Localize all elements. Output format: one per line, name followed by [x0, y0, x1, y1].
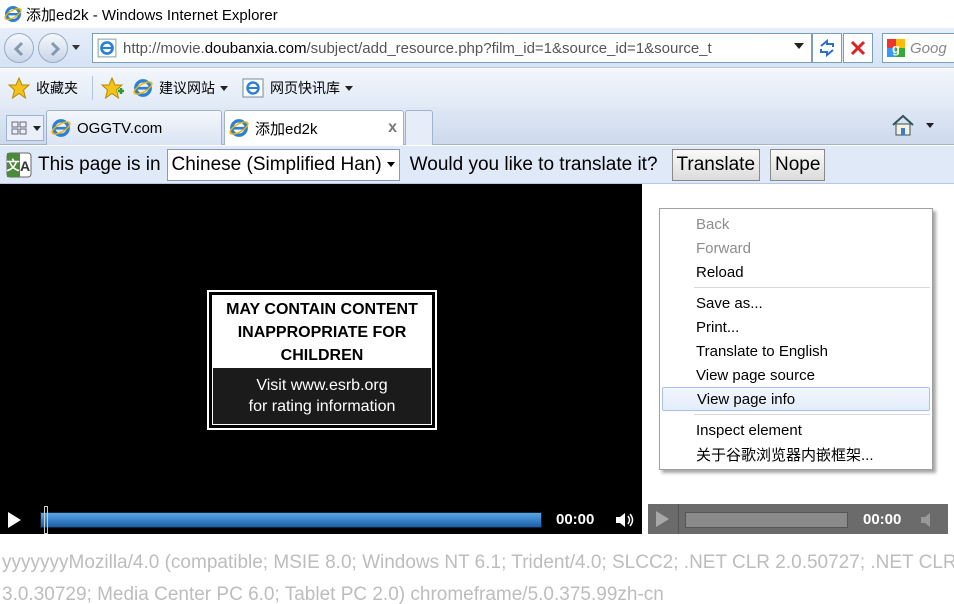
seek-bar[interactable]	[40, 512, 542, 528]
quick-tabs-icon	[11, 121, 27, 135]
star-icon	[8, 77, 30, 99]
web-slice-gallery-button[interactable]: 网页快讯库	[242, 78, 353, 98]
secondary-video-controls: 00:00	[648, 504, 948, 534]
address-dropdown-icon[interactable]	[794, 43, 804, 49]
volume-icon[interactable]	[615, 512, 635, 528]
video-player[interactable]: MAY CONTAIN CONTENT INAPPROPRIATE FOR CH…	[0, 184, 642, 506]
time-display: 00:00	[556, 511, 595, 528]
forward-button[interactable]	[38, 33, 68, 63]
forward-arrow-icon	[50, 41, 61, 57]
svg-text:g: g	[892, 41, 900, 56]
chevron-down-icon	[220, 85, 228, 91]
window-title: 添加ed2k - Windows Internet Explorer	[26, 6, 278, 24]
stop-icon	[850, 40, 866, 56]
tab-oggtv[interactable]: OGGTV.com	[46, 110, 222, 145]
refresh-icon	[820, 39, 834, 57]
chevron-down-icon	[345, 85, 353, 91]
menu-separator	[694, 414, 930, 415]
video-controls: 00:00	[0, 506, 642, 534]
chevron-down-icon	[386, 162, 395, 167]
new-tab-button[interactable]	[405, 110, 433, 145]
svg-text:A: A	[20, 158, 30, 174]
volume-icon[interactable]	[920, 512, 936, 528]
menu-item-reload[interactable]: Reload	[660, 260, 932, 284]
page-icon	[97, 38, 117, 58]
rating-info: Visit www.esrb.org for rating informatio…	[213, 368, 431, 424]
translate-question: Would you like to translate it?	[409, 153, 658, 175]
tab-bar: OGGTV.com 添加ed2k x	[0, 107, 954, 145]
menu-separator	[694, 287, 930, 288]
translate-message: This page is in	[38, 153, 161, 175]
ie-logo-icon	[4, 6, 22, 22]
translate-infobar: 文 A This page is in Chinese (Simplified …	[0, 146, 954, 184]
user-agent-text: yyyyyyyMozilla/4.0 (compatible; MSIE 8.0…	[2, 552, 954, 604]
title-bar: 添加ed2k - Windows Internet Explorer	[0, 0, 954, 28]
web-slice-icon	[242, 78, 264, 98]
home-dropdown-icon[interactable]	[926, 123, 934, 128]
recent-pages-dropdown[interactable]	[72, 45, 80, 50]
stop-button[interactable]	[843, 33, 873, 63]
menu-item-save-as[interactable]: Save as...	[660, 291, 932, 315]
seek-handle[interactable]	[44, 506, 48, 534]
menu-item-print[interactable]: Print...	[660, 315, 932, 339]
suggested-sites-button[interactable]: 建议网站	[133, 78, 228, 98]
ie-logo-icon	[133, 79, 153, 97]
menu-item-translate[interactable]: Translate to English	[660, 339, 932, 363]
language-select[interactable]: Chinese (Simplified Han)	[166, 148, 400, 181]
menu-item-inspect-element[interactable]: Inspect element	[660, 418, 932, 442]
menu-item-forward[interactable]: Forward	[660, 236, 932, 260]
add-to-favorites-button[interactable]	[101, 77, 125, 99]
control-divider	[678, 504, 679, 534]
browser-window: 添加ed2k - Windows Internet Explorer http:…	[0, 0, 954, 604]
back-button[interactable]	[4, 33, 34, 63]
quick-tabs-button[interactable]	[6, 115, 44, 141]
search-box[interactable]: g Goog	[882, 33, 954, 63]
refresh-button[interactable]	[812, 33, 842, 63]
menu-item-view-source[interactable]: View page source	[660, 363, 932, 387]
url-text[interactable]: http://movie.doubanxia.com/subject/add_r…	[123, 40, 712, 57]
svg-text:文: 文	[6, 158, 20, 173]
search-placeholder: Goog	[910, 39, 947, 57]
tab-add-ed2k[interactable]: 添加ed2k x	[224, 110, 404, 145]
home-icon[interactable]	[890, 113, 916, 137]
ie-logo-icon	[229, 119, 249, 137]
rating-warning: MAY CONTAIN CONTENT INAPPROPRIATE FOR CH…	[213, 296, 431, 368]
context-menu: Back Forward Reload Save as... Print... …	[659, 208, 933, 470]
ie-logo-icon	[51, 119, 71, 137]
esrb-rating-card: MAY CONTAIN CONTENT INAPPROPRIATE FOR CH…	[207, 290, 437, 430]
time-display: 00:00	[863, 511, 902, 528]
back-arrow-icon	[13, 41, 24, 57]
menu-item-view-page-info[interactable]: View page info	[662, 387, 930, 411]
menu-item-about-chrome-frame[interactable]: 关于谷歌浏览器内嵌框架...	[660, 442, 932, 466]
close-tab-button[interactable]: x	[388, 119, 397, 137]
translate-icon: 文 A	[6, 152, 32, 177]
address-bar[interactable]: http://movie.doubanxia.com/subject/add_r…	[92, 33, 812, 63]
translate-button[interactable]: Translate	[671, 148, 761, 181]
favorites-bar: 收藏夹 建议网站 网页快讯库	[0, 69, 954, 107]
menu-item-back[interactable]: Back	[660, 212, 932, 236]
favorites-button[interactable]: 收藏夹	[8, 77, 78, 99]
navigation-bar: http://movie.doubanxia.com/subject/add_r…	[0, 28, 954, 68]
google-icon: g	[887, 39, 905, 57]
play-icon[interactable]	[8, 512, 21, 528]
tab-list-dropdown-icon[interactable]	[33, 125, 41, 131]
seek-bar[interactable]	[685, 512, 848, 528]
play-icon[interactable]	[656, 511, 669, 527]
add-favorite-icon	[101, 77, 124, 99]
favorites-separator	[92, 76, 93, 100]
nope-button[interactable]: Nope	[770, 148, 826, 181]
